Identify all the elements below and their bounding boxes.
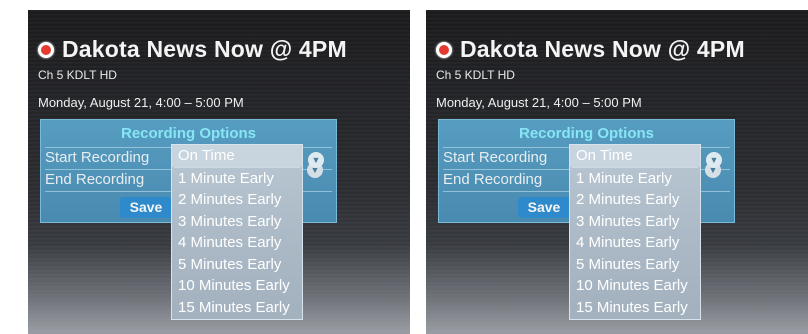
program-datetime: Monday, August 21, 4:00 – 5:00 PM	[38, 95, 244, 110]
end-recording-label[interactable]: End Recording	[443, 171, 542, 188]
record-indicator-icon	[38, 41, 54, 58]
dropdown-option[interactable]: 3 Minutes Early	[172, 211, 302, 233]
dropdown-option-on-time[interactable]: On Time	[172, 145, 302, 167]
start-recording-dropdown[interactable]: On Time 1 Minute Early 2 Minutes Early 3…	[171, 144, 303, 320]
dropdown-option-on-time[interactable]: On Time	[570, 145, 700, 167]
program-datetime: Monday, August 21, 4:00 – 5:00 PM	[436, 95, 642, 110]
panel-title: Recording Options	[519, 125, 654, 142]
program-header: Dakota News Now @ 4PM	[38, 36, 347, 63]
panel-title: Recording Options	[121, 125, 256, 142]
dropdown-option[interactable]: 2 Minutes Early	[570, 189, 700, 211]
tv-screen-left: Dakota News Now @ 4PM Ch 5 KDLT HD Monda…	[28, 10, 410, 334]
program-title: Dakota News Now @ 4PM	[460, 36, 745, 62]
program-title: Dakota News Now @ 4PM	[62, 36, 347, 62]
dropdown-option[interactable]: 10 Minutes Early	[570, 275, 700, 297]
chevron-down-icon[interactable]: ▼	[706, 152, 722, 168]
dropdown-option[interactable]: 5 Minutes Early	[172, 254, 302, 276]
record-indicator-icon	[436, 41, 452, 58]
dropdown-option[interactable]: 2 Minutes Early	[172, 189, 302, 211]
dropdown-option[interactable]: 15 Minutes Early	[570, 297, 700, 319]
end-recording-label[interactable]: End Recording	[45, 171, 144, 188]
dropdown-option[interactable]: 3 Minutes Early	[570, 211, 700, 233]
start-recording-dropdown[interactable]: On Time 1 Minute Early 2 Minutes Early 3…	[569, 144, 701, 320]
dropdown-option[interactable]: 4 Minutes Early	[570, 232, 700, 254]
channel-info: Ch 5 KDLT HD	[436, 68, 515, 82]
dropdown-option[interactable]: 15 Minutes Early	[172, 297, 302, 319]
program-header: Dakota News Now @ 4PM	[436, 36, 745, 63]
channel-info: Ch 5 KDLT HD	[38, 68, 117, 82]
save-button[interactable]: Save	[518, 197, 570, 218]
chevron-down-icon[interactable]: ▼	[308, 152, 324, 168]
dropdown-option[interactable]: 1 Minute Early	[172, 168, 302, 190]
dropdown-option[interactable]: 4 Minutes Early	[172, 232, 302, 254]
tv-screen-right: Dakota News Now @ 4PM Ch 5 KDLT HD Monda…	[426, 10, 808, 334]
dropdown-option[interactable]: 5 Minutes Early	[570, 254, 700, 276]
dropdown-option[interactable]: 1 Minute Early	[570, 168, 700, 190]
start-recording-label[interactable]: Start Recording	[443, 149, 547, 166]
save-button[interactable]: Save	[120, 197, 172, 218]
start-recording-label[interactable]: Start Recording	[45, 149, 149, 166]
dropdown-option[interactable]: 10 Minutes Early	[172, 275, 302, 297]
